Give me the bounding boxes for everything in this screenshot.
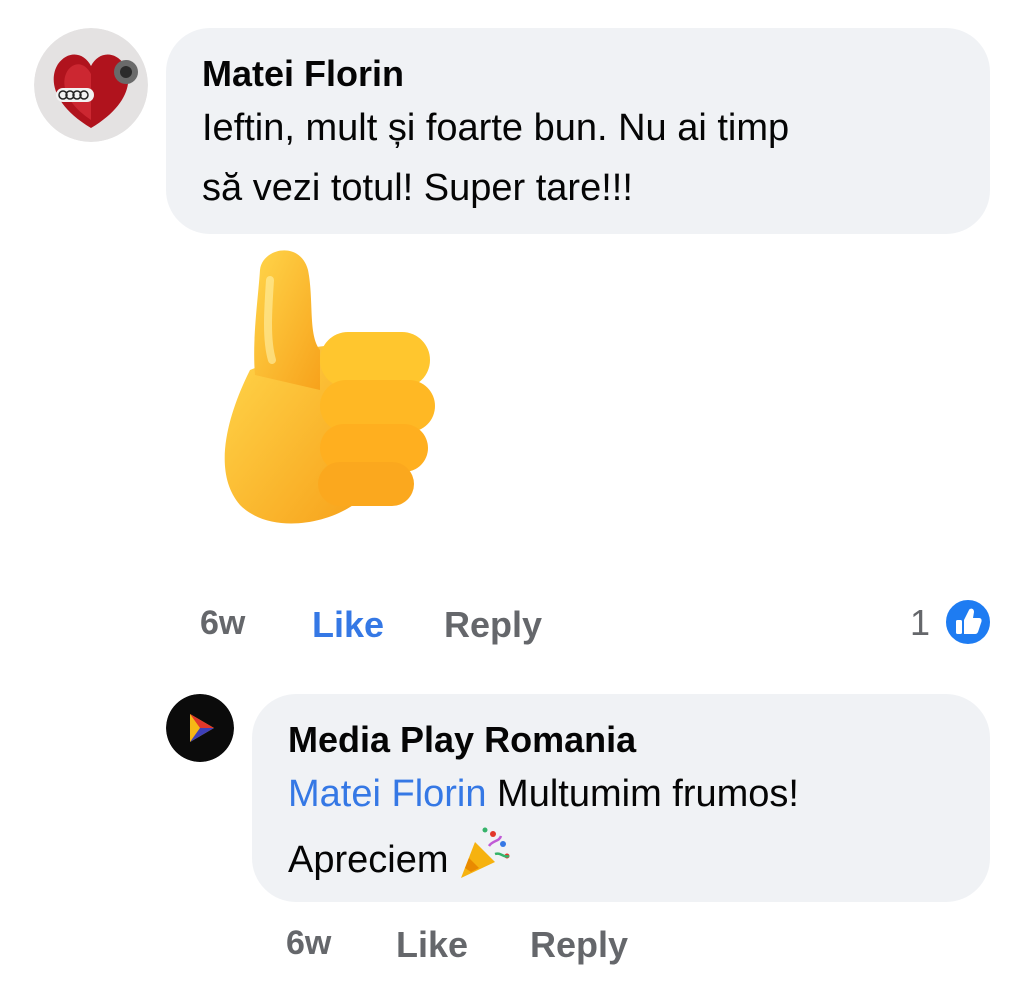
reply-bubble[interactable]: Media Play Romania Matei Florin Multumim… — [252, 694, 990, 902]
reply-reply-button[interactable]: Reply — [530, 924, 628, 966]
comment-like-button[interactable]: Like — [312, 604, 384, 646]
thumbs-up-sticker-icon — [210, 240, 450, 530]
comment-timestamp[interactable]: 6w — [200, 604, 245, 643]
comment-bubble[interactable]: Matei Florin Ieftin, mult și foarte bun.… — [166, 28, 990, 234]
reply-text-part: Multumim frumos! — [486, 773, 799, 815]
reply-text: Matei Florin Multumim frumos! Apreciem — [288, 764, 954, 890]
mention-link[interactable]: Matei Florin — [288, 773, 487, 815]
reply-text-line: Matei Florin Multumim frumos! — [288, 764, 954, 824]
comment-text-line: să vezi totul! Super tare!!! — [202, 167, 633, 209]
reply-like-button[interactable]: Like — [396, 924, 468, 966]
like-reaction-icon[interactable] — [944, 598, 992, 646]
comment-author-avatar[interactable] — [34, 28, 148, 142]
reply-text-line: Apreciem — [288, 824, 954, 890]
reply-timestamp[interactable]: 6w — [286, 924, 331, 963]
party-popper-icon — [455, 824, 513, 882]
comment-text-line: Ieftin, mult și foarte bun. Nu ai timp — [202, 107, 790, 149]
reply-author-name[interactable]: Media Play Romania — [288, 718, 954, 762]
heart-car-avatar-icon — [34, 28, 148, 142]
reaction-count[interactable]: 1 — [910, 602, 930, 644]
reply-text-part: Apreciem — [288, 839, 449, 881]
comment-text: Ieftin, mult și foarte bun. Nu ai timp s… — [202, 98, 954, 218]
media-play-logo-icon — [166, 694, 234, 762]
comment-reply-button[interactable]: Reply — [444, 604, 542, 646]
comment-author-name[interactable]: Matei Florin — [202, 52, 954, 96]
reply-author-avatar[interactable] — [166, 694, 234, 762]
